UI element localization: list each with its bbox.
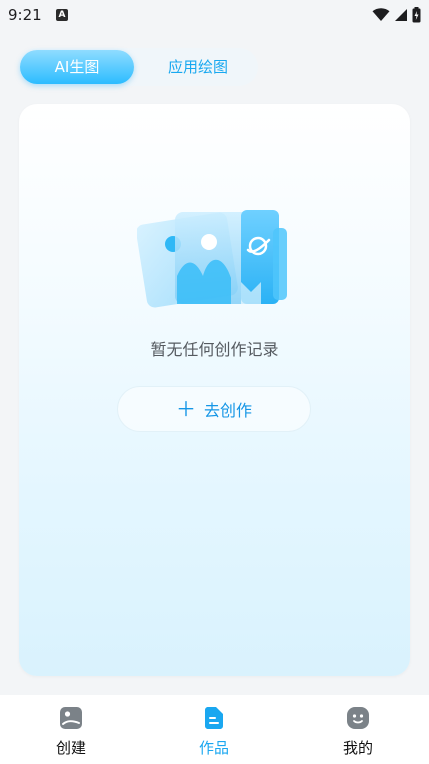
battery-icon — [412, 7, 421, 23]
profile-icon — [347, 707, 369, 729]
wifi-icon — [372, 8, 390, 21]
tab-app-drawing[interactable]: 应用绘图 — [148, 50, 248, 84]
works-card: 暂无任何创作记录 ＋ 去创作 — [19, 104, 410, 676]
status-indicators — [372, 6, 421, 24]
status-time: 9:21 — [8, 6, 42, 24]
nav-item-works[interactable]: 作品 — [174, 705, 254, 758]
empty-state-message: 暂无任何创作记录 — [150, 340, 279, 359]
works-icon — [205, 707, 223, 729]
bottom-nav: 创建 作品 我的 — [0, 695, 429, 764]
empty-gallery-illustration — [137, 210, 287, 308]
go-create-button[interactable]: ＋ 去创作 — [117, 386, 311, 432]
nav-item-profile[interactable]: 我的 — [318, 705, 398, 758]
keyboard-notification-icon: A — [56, 9, 68, 21]
status-bar: 9:21 A — [0, 0, 429, 32]
create-icon — [60, 707, 82, 729]
tab-ai-image[interactable]: AI生图 — [20, 50, 134, 84]
mode-tabs: AI生图 应用绘图 — [18, 48, 258, 86]
go-create-label: 去创作 — [203, 401, 252, 420]
nav-label-create: 创建 — [55, 739, 86, 757]
plus-icon: ＋ — [175, 397, 196, 421]
signal-icon — [395, 9, 407, 21]
nav-label-profile: 我的 — [342, 739, 373, 757]
nav-item-create[interactable]: 创建 — [31, 705, 111, 758]
nav-label-works: 作品 — [198, 739, 229, 757]
